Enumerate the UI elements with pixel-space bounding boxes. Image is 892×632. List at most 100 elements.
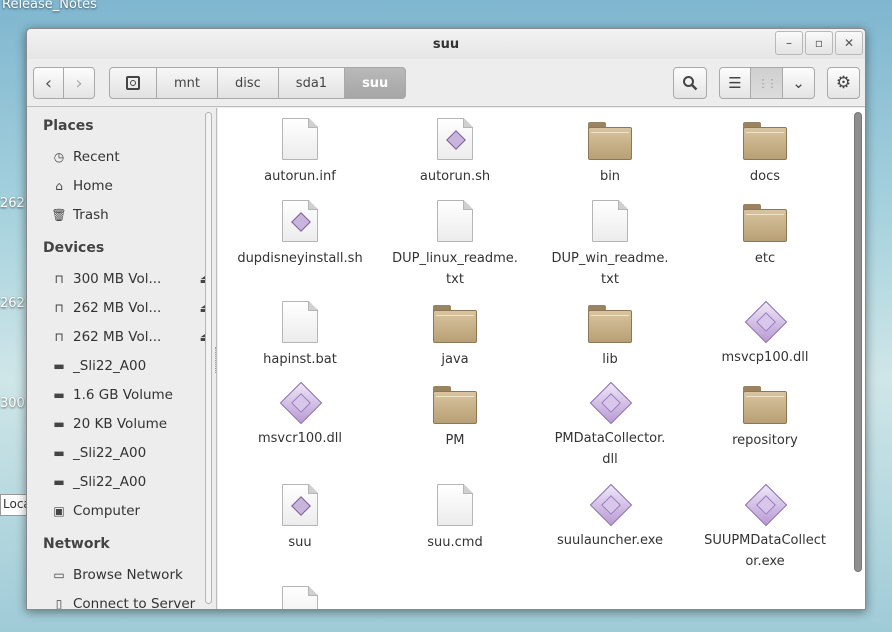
file-item[interactable]: repository: [690, 382, 840, 451]
sidebar-item-1-6gb-volume[interactable]: ▬ 1.6 GB Volume: [51, 383, 211, 407]
sidebar-item-262mb-volume-2[interactable]: ⊓262 MB Vol...⏏: [51, 325, 211, 349]
list-icon: ☰: [728, 74, 742, 92]
file-item[interactable]: msvcp100.dll: [690, 301, 840, 368]
folder-icon: [433, 305, 477, 343]
sidebar-item-label: 20 KB Volume: [73, 416, 168, 432]
text-file-icon: [592, 200, 628, 242]
sidebar-item-300mb-volume[interactable]: ⊓300 MB Vol...⏏: [51, 267, 211, 291]
list-view-button[interactable]: ☰: [719, 67, 751, 99]
file-item[interactable]: etc: [690, 200, 840, 269]
script-file-icon: [437, 118, 473, 160]
close-button[interactable]: ✕: [835, 31, 863, 55]
file-item[interactable]: DUP_win_readme. txt: [535, 200, 685, 290]
file-name: DUP_win_readme. txt: [551, 251, 669, 287]
file-item[interactable]: [225, 586, 375, 609]
drive-icon: ▬: [53, 475, 65, 489]
sidebar-item-trash[interactable]: 🗑 Trash: [51, 203, 211, 227]
grid-icon: ⋮⋮: [757, 76, 778, 90]
back-arrow-icon: ‹: [44, 72, 53, 94]
content-scrollbar[interactable]: [854, 112, 862, 572]
sidebar-item-computer[interactable]: ▣ Computer: [51, 499, 211, 523]
file-item[interactable]: SUUPMDataCollect or.exe: [690, 484, 840, 572]
sidebar-item-label: _Sli22_A00: [73, 474, 147, 490]
file-name: suulauncher.exe: [556, 533, 664, 548]
sidebar-item-sli22-a00[interactable]: ▬ _Sli22_A00: [51, 354, 211, 378]
folder-icon: [743, 122, 787, 160]
file-item[interactable]: suu: [225, 484, 375, 553]
file-name: PM: [445, 433, 465, 448]
file-item[interactable]: suulauncher.exe: [535, 484, 685, 551]
sidebar-item-connect-to-server[interactable]: ▯ Connect to Server: [51, 592, 211, 610]
file-item[interactable]: docs: [690, 118, 840, 187]
toolbar: ‹ › mnt disc sda1 suu ☰ ⋮⋮ ⌄ ⚙: [27, 59, 865, 107]
file-item[interactable]: DUP_linux_readme. txt: [380, 200, 530, 290]
breadcrumb-root-drive[interactable]: [109, 67, 157, 99]
forward-arrow-icon: ›: [75, 72, 83, 94]
minimize-button[interactable]: –: [775, 31, 803, 55]
search-button[interactable]: [673, 67, 707, 99]
breadcrumb-disc[interactable]: disc: [218, 67, 279, 99]
devices-heading: Devices: [43, 240, 105, 256]
window-title: suu: [432, 37, 460, 52]
sidebar-item-home[interactable]: ⌂ Home: [51, 174, 211, 198]
sidebar-item-label: _Sli22_A00: [73, 358, 147, 374]
script-file-icon: [282, 200, 318, 242]
sidebar-item-recent[interactable]: ◷ Recent: [51, 145, 211, 169]
folder-icon: [588, 305, 632, 343]
executable-icon: [745, 301, 785, 341]
file-name: msvcp100.dll: [721, 350, 809, 365]
sidebar-item-sli22-a00-3[interactable]: ▬ _Sli22_A00: [51, 470, 211, 494]
grid-view-button[interactable]: ⋮⋮: [751, 67, 783, 99]
text-file-icon: [282, 118, 318, 160]
view-options-dropdown[interactable]: ⌄: [783, 67, 815, 99]
settings-button[interactable]: ⚙: [827, 67, 860, 99]
desktop-side-number: 300: [0, 396, 25, 411]
sidebar-item-sli22-a00-2[interactable]: ▬ _Sli22_A00: [51, 441, 211, 465]
title-bar[interactable]: suu – ▫ ✕: [27, 29, 865, 59]
folder-icon: [433, 386, 477, 424]
history-buttons: ‹ ›: [33, 67, 95, 99]
places-heading: Places: [43, 118, 94, 134]
file-item[interactable]: autorun.sh: [380, 118, 530, 187]
breadcrumb-mnt[interactable]: mnt: [157, 67, 218, 99]
drive-icon: ▬: [53, 446, 65, 460]
trash-icon: 🗑: [51, 208, 67, 222]
forward-button[interactable]: ›: [64, 67, 95, 99]
breadcrumb-sda1[interactable]: sda1: [278, 67, 346, 99]
file-item[interactable]: autorun.inf: [225, 118, 375, 187]
file-item[interactable]: bin: [535, 118, 685, 187]
file-name: dupdisneyinstall.sh: [237, 251, 363, 266]
file-item[interactable]: java: [380, 301, 530, 370]
file-item[interactable]: dupdisneyinstall.sh: [225, 200, 375, 269]
chevron-down-icon: ⌄: [792, 74, 805, 92]
maximize-button[interactable]: ▫: [805, 31, 833, 55]
gear-icon: ⚙: [835, 73, 852, 93]
drive-icon: ▬: [53, 417, 65, 431]
sidebar-item-label: 262 MB Vol...: [73, 329, 162, 345]
pane-resize-handle[interactable]: [215, 347, 217, 373]
file-name: lib: [602, 352, 618, 367]
back-button[interactable]: ‹: [33, 67, 64, 99]
sidebar-scrollbar[interactable]: [205, 112, 212, 604]
file-name: java: [441, 352, 469, 367]
sidebar-item-browse-network[interactable]: ▭ Browse Network: [51, 563, 211, 587]
file-item[interactable]: hapinst.bat: [225, 301, 375, 370]
sidebar-item-label: 300 MB Vol...: [73, 271, 162, 287]
sidebar-item-20kb-volume[interactable]: ▬ 20 KB Volume: [51, 412, 211, 436]
desktop-side-number: 262: [0, 196, 25, 211]
file-name: suu: [288, 535, 312, 550]
home-icon: ⌂: [55, 179, 63, 193]
usb-icon: ⊓: [54, 330, 64, 344]
desktop-icon-label[interactable]: Release_Notes: [2, 0, 97, 12]
sidebar-item-label: Connect to Server: [73, 596, 196, 610]
sidebar-item-label: Browse Network: [73, 567, 183, 583]
file-item[interactable]: lib: [535, 301, 685, 370]
breadcrumb-suu[interactable]: suu: [345, 67, 407, 99]
file-item[interactable]: PM: [380, 382, 530, 451]
file-item[interactable]: suu.cmd: [380, 484, 530, 553]
sidebar-item-262mb-volume[interactable]: ⊓262 MB Vol...⏏: [51, 296, 211, 320]
sidebar-item-label: Home: [73, 178, 113, 194]
text-file-icon: [437, 484, 473, 526]
file-item[interactable]: PMDataCollector. dll: [535, 382, 685, 470]
file-item[interactable]: msvcr100.dll: [225, 382, 375, 449]
